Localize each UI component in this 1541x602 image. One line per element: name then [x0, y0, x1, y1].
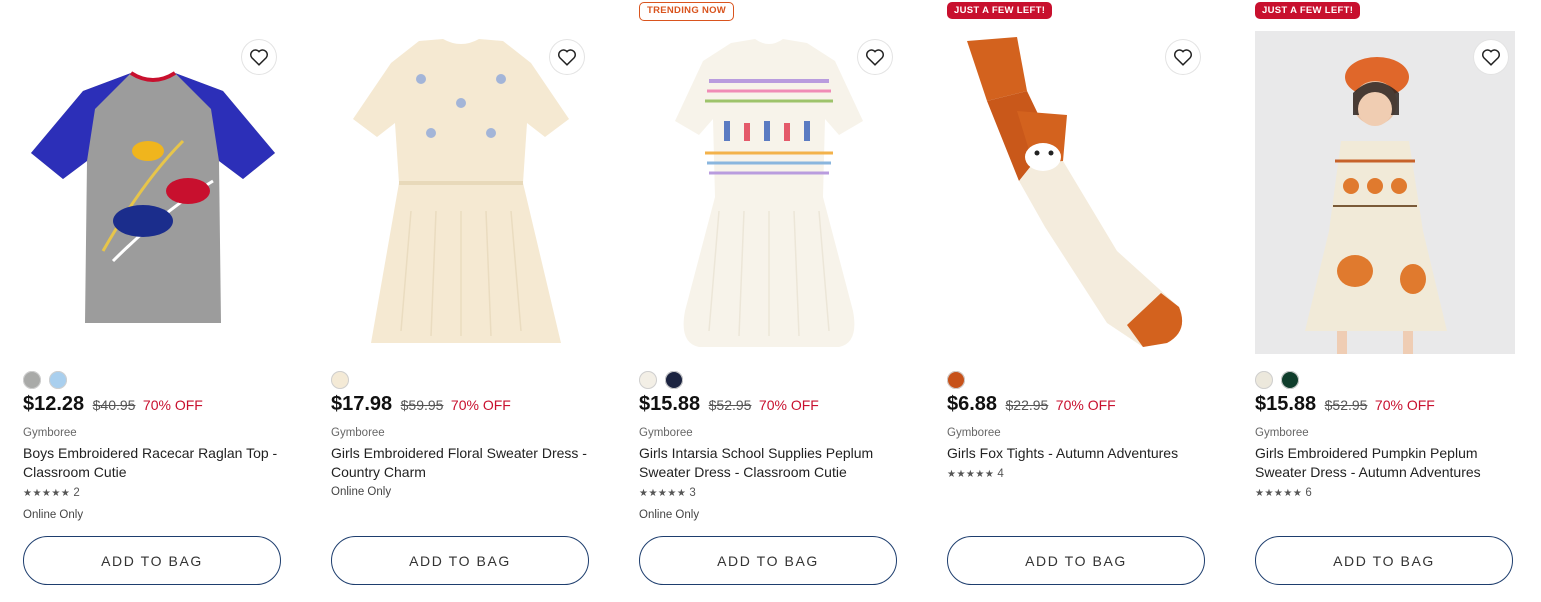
floral-sweater-dress-image: [353, 39, 569, 343]
product-title[interactable]: Girls Embroidered Floral Sweater Dress -…: [331, 444, 591, 482]
pumpkin-sweater-dress-image: [1305, 57, 1447, 354]
rating-count: 6: [1305, 487, 1312, 499]
original-price: $52.95: [1324, 397, 1368, 413]
original-price: $40.95: [92, 397, 136, 413]
discount-label: 70% OFF: [450, 397, 511, 413]
color-swatches: [23, 371, 67, 389]
product-title[interactable]: Girls Fox Tights - Autumn Adventures: [947, 444, 1207, 463]
add-to-bag-button[interactable]: ADD TO BAG: [639, 536, 897, 585]
color-swatch[interactable]: [1255, 371, 1273, 389]
brand-name: Gymboree: [331, 427, 385, 439]
color-swatches: [947, 371, 965, 389]
product-image[interactable]: [23, 31, 283, 354]
rating-count: 2: [73, 487, 80, 499]
racecar-top-image: [31, 71, 275, 323]
brand-name: Gymboree: [1255, 427, 1309, 439]
favorite-heart-button[interactable]: [1474, 40, 1508, 74]
low-stock-badge: JUST A FEW LEFT!: [1255, 2, 1361, 19]
discount-label: 70% OFF: [1374, 397, 1435, 413]
product-card: $12.28 $40.95 70% OFF Gymboree Boys Embr…: [23, 0, 283, 602]
product-card: JUST A FEW LEFT! $6.88 $22.95 70% OFF Gy…: [947, 0, 1207, 602]
star-rating-icon: ★★★★★: [23, 487, 71, 499]
product-image[interactable]: [331, 31, 591, 354]
product-card: $17.98 $59.95 70% OFF Gymboree Girls Emb…: [331, 0, 591, 602]
trending-badge: TRENDING NOW: [639, 2, 735, 21]
product-image[interactable]: [639, 31, 899, 354]
heart-icon: [250, 49, 268, 66]
rating[interactable]: ★★★★★ 2: [23, 487, 80, 499]
add-to-bag-button[interactable]: ADD TO BAG: [23, 536, 281, 585]
price-row: $12.28 $40.95 70% OFF: [23, 393, 203, 416]
online-only-label: Online Only: [331, 486, 392, 498]
heart-icon: [866, 49, 884, 66]
brand-name: Gymboree: [639, 427, 693, 439]
discount-label: 70% OFF: [142, 397, 203, 413]
fox-tights-image: [967, 37, 1183, 347]
heart-icon: [1482, 49, 1500, 66]
color-swatches: [639, 371, 683, 389]
add-to-bag-button[interactable]: ADD TO BAG: [947, 536, 1205, 585]
discount-label: 70% OFF: [758, 397, 819, 413]
brand-name: Gymboree: [23, 427, 77, 439]
heart-icon: [1174, 49, 1192, 66]
brand-name: Gymboree: [947, 427, 1001, 439]
heart-icon: [558, 49, 576, 66]
rating[interactable]: ★★★★★ 4: [947, 468, 1004, 480]
rating-count: 4: [997, 468, 1004, 480]
product-card: TRENDING NOW $15.88 $52.95 70% OFF Gymbo…: [639, 0, 899, 602]
price-row: $15.88 $52.95 70% OFF: [1255, 393, 1435, 416]
favorite-heart-button[interactable]: [858, 40, 892, 74]
color-swatch[interactable]: [49, 371, 67, 389]
star-rating-icon: ★★★★★: [639, 487, 687, 499]
color-swatch[interactable]: [665, 371, 683, 389]
sale-price: $12.28: [23, 393, 85, 415]
price-row: $6.88 $22.95 70% OFF: [947, 393, 1116, 416]
favorite-heart-button[interactable]: [242, 40, 276, 74]
school-supplies-dress-image: [675, 39, 863, 347]
original-price: $22.95: [1005, 397, 1049, 413]
star-rating-icon: ★★★★★: [947, 468, 995, 480]
add-to-bag-button[interactable]: ADD TO BAG: [331, 536, 589, 585]
sale-price: $17.98: [331, 393, 393, 415]
sale-price: $6.88: [947, 393, 998, 415]
product-grid: $12.28 $40.95 70% OFF Gymboree Boys Embr…: [0, 0, 1541, 602]
discount-label: 70% OFF: [1055, 397, 1116, 413]
favorite-heart-button[interactable]: [550, 40, 584, 74]
color-swatch[interactable]: [947, 371, 965, 389]
star-rating-icon: ★★★★★: [1255, 487, 1303, 499]
product-image[interactable]: [1255, 31, 1515, 354]
color-swatch[interactable]: [1281, 371, 1299, 389]
add-to-bag-button[interactable]: ADD TO BAG: [1255, 536, 1513, 585]
favorite-heart-button[interactable]: [1166, 40, 1200, 74]
product-title[interactable]: Boys Embroidered Racecar Raglan Top - Cl…: [23, 444, 283, 482]
color-swatch[interactable]: [331, 371, 349, 389]
rating[interactable]: ★★★★★ 6: [1255, 487, 1312, 499]
color-swatches: [331, 371, 349, 389]
low-stock-badge: JUST A FEW LEFT!: [947, 2, 1053, 19]
product-image[interactable]: [947, 31, 1207, 354]
color-swatch[interactable]: [639, 371, 657, 389]
online-only-label: Online Only: [23, 509, 84, 521]
color-swatch[interactable]: [23, 371, 41, 389]
online-only-label: Online Only: [639, 509, 700, 521]
product-title[interactable]: Girls Intarsia School Supplies Peplum Sw…: [639, 444, 899, 482]
original-price: $59.95: [400, 397, 444, 413]
rating[interactable]: ★★★★★ 3: [639, 487, 696, 499]
original-price: $52.95: [708, 397, 752, 413]
sale-price: $15.88: [639, 393, 701, 415]
rating-count: 3: [689, 487, 696, 499]
product-title[interactable]: Girls Embroidered Pumpkin Peplum Sweater…: [1255, 444, 1515, 482]
price-row: $17.98 $59.95 70% OFF: [331, 393, 511, 416]
product-card: JUST A FEW LEFT! $15.88 $52.95 70% OFF G…: [1255, 0, 1515, 602]
price-row: $15.88 $52.95 70% OFF: [639, 393, 819, 416]
color-swatches: [1255, 371, 1299, 389]
sale-price: $15.88: [1255, 393, 1317, 415]
